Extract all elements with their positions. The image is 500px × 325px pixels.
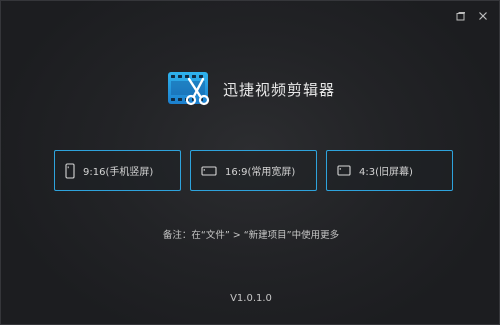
window-controls xyxy=(455,10,489,22)
ratio-4-3-label: 4:3(旧屏幕) xyxy=(359,167,413,178)
phone-portrait-icon xyxy=(65,162,75,179)
ratio-9-16-label: 9:16(手机竖屏) xyxy=(83,167,154,178)
ratio-4-3-button[interactable]: 4:3(旧屏幕) xyxy=(326,150,453,191)
film-scissors-icon xyxy=(167,72,210,106)
app-title: 迅捷视频剪辑器 xyxy=(222,80,335,99)
ratio-16-9-button[interactable]: 16:9(常用宽屏) xyxy=(190,150,317,191)
logo-row: 迅捷视频剪辑器 xyxy=(1,69,499,109)
hint-text: 备注：在“文件” > “新建项目”中使用更多 xyxy=(162,230,340,241)
close-icon[interactable] xyxy=(477,10,489,22)
old-screen-icon xyxy=(337,165,351,176)
version-label: V1.0.1.0 xyxy=(230,293,272,304)
ratio-9-16-button[interactable]: 9:16(手机竖屏) xyxy=(54,150,181,191)
widescreen-icon xyxy=(201,165,217,176)
ratio-16-9-label: 16:9(常用宽屏) xyxy=(225,167,296,178)
app-window: 迅捷视频剪辑器 9:16(手机竖屏) 16:9(常用宽屏) 4:3(旧屏幕) 备… xyxy=(0,0,500,325)
restore-icon[interactable] xyxy=(455,10,467,22)
aspect-ratio-options: 9:16(手机竖屏) 16:9(常用宽屏) 4:3(旧屏幕) xyxy=(54,150,453,191)
